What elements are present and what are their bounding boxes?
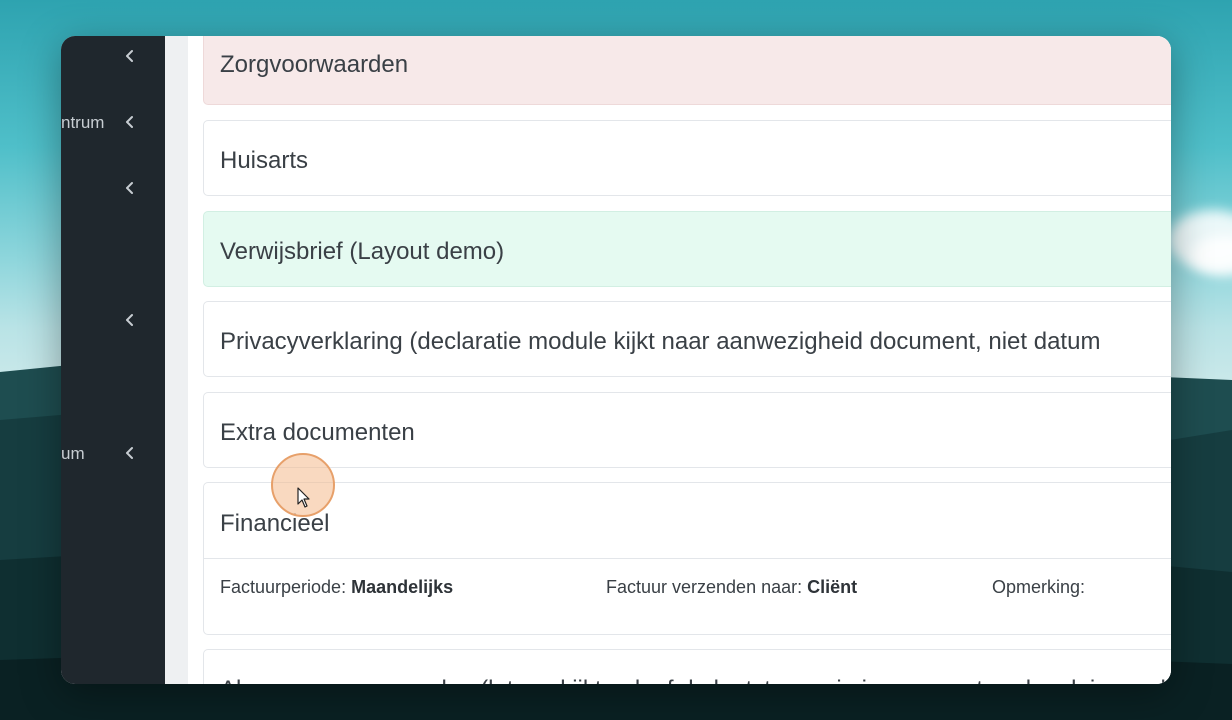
main-content: Zorgvoorwaarden Huisarts Verwijsbrief (L… — [188, 36, 1171, 684]
sidebar-item-label: ntrum — [61, 113, 105, 132]
sidebar-item-label: um — [61, 444, 85, 463]
document-card-algemene-voorwaarden[interactable]: Algemene voorwaarden (let op: kijkt ook … — [203, 649, 1171, 684]
invoice-period: Factuurperiode: Maandelijks — [220, 577, 454, 597]
card-title: Privacyverklaring (declaratie module kij… — [220, 328, 1101, 355]
document-card-privacyverklaring[interactable]: Privacyverklaring (declaratie module kij… — [203, 301, 1171, 377]
sidebar-item-2[interactable]: ntrum — [61, 107, 165, 137]
invoice-send-to: Factuur verzenden naar: Cliënt — [606, 577, 858, 597]
document-card-extra-documenten[interactable]: Extra documenten — [203, 392, 1171, 468]
chevron-left-icon — [126, 182, 133, 194]
card-title: Zorgvoorwaarden — [220, 51, 409, 78]
app-window: ntrum um Zorgvoorwaarden Huisarts Verwij… — [61, 36, 1171, 684]
invoice-remark: Opmerking: — [992, 577, 1086, 597]
sidebar-item-1[interactable] — [61, 41, 165, 71]
chevron-left-icon — [126, 447, 133, 459]
card-title: Verwijsbrief (Layout demo) — [220, 238, 505, 265]
document-card-verwijsbrief[interactable]: Verwijsbrief (Layout demo) — [203, 211, 1171, 287]
card-title: Extra documenten — [220, 419, 415, 446]
card-divider — [204, 558, 1171, 559]
chevron-left-icon — [126, 314, 133, 326]
card-title: Huisarts — [220, 147, 309, 174]
document-card-huisarts[interactable]: Huisarts — [203, 120, 1171, 196]
chevron-left-icon — [126, 50, 133, 62]
mouse-pointer-icon — [297, 487, 310, 508]
sidebar: ntrum um — [61, 36, 165, 684]
sidebar-item-5[interactable]: um — [61, 438, 165, 468]
document-card-financieel[interactable]: Financieel Factuurperiode: Maandelijks F… — [203, 482, 1171, 635]
card-title: Algemene voorwaarden (let op: kijkt ook … — [220, 676, 1171, 684]
document-card-zorgvoorwaarden[interactable]: Zorgvoorwaarden — [203, 36, 1171, 105]
sidebar-item-3[interactable] — [61, 173, 165, 203]
content-gutter — [165, 36, 188, 684]
chevron-left-icon — [126, 116, 133, 128]
sidebar-item-4[interactable] — [61, 305, 165, 335]
